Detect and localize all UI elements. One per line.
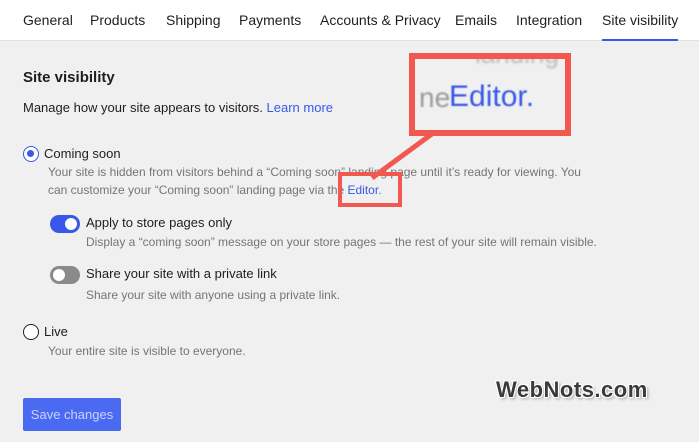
toggle-knob [53, 269, 65, 281]
private-link-toggle[interactable] [50, 266, 80, 284]
callout-zoom-box: landing ne Editor. [409, 53, 571, 136]
tab-site-visibility[interactable]: Site visibility [602, 0, 679, 41]
live-label[interactable]: Live [44, 324, 68, 339]
tab-payments[interactable]: Payments [239, 0, 301, 41]
zoom-editor-text: Editor. [449, 80, 535, 113]
private-link-help: Share your site with anyone using a priv… [86, 288, 341, 302]
zoom-prefix-text: ne [419, 82, 451, 113]
settings-tabs: General Products Shipping Payments Accou… [0, 0, 699, 41]
tab-general[interactable]: General [23, 0, 73, 41]
coming-soon-radio[interactable] [23, 146, 39, 162]
tab-shipping[interactable]: Shipping [166, 0, 221, 41]
section-title: Site visibility [23, 69, 115, 86]
tab-products[interactable]: Products [90, 0, 145, 41]
coming-soon-help-line1: Your site is hidden from visitors behind… [48, 165, 581, 179]
private-link-label[interactable]: Share your site with a private link [86, 266, 277, 281]
coming-soon-label[interactable]: Coming soon [44, 146, 121, 161]
store-pages-only-label[interactable]: Apply to store pages only [86, 215, 232, 230]
zoom-top-text: landing [475, 53, 559, 69]
callout-source-box [338, 172, 402, 207]
save-changes-button[interactable]: Save changes [23, 398, 121, 431]
section-intro: Manage how your site appears to visitors… [23, 100, 333, 115]
live-help: Your entire site is visible to everyone. [48, 344, 246, 358]
live-radio[interactable] [23, 324, 39, 340]
store-pages-only-toggle[interactable] [50, 215, 80, 233]
intro-text: Manage how your site appears to visitors… [23, 100, 263, 115]
tab-emails[interactable]: Emails [455, 0, 497, 41]
coming-soon-help-line2: can customize your “Coming soon” landing… [48, 181, 382, 199]
coming-soon-help-prefix: can customize your “Coming soon” landing… [48, 183, 348, 197]
tab-accounts-privacy[interactable]: Accounts & Privacy [320, 0, 441, 41]
store-pages-only-help: Display a “coming soon” message on your … [86, 235, 597, 249]
watermark-logo: WebNots.com [496, 377, 648, 402]
tab-integration[interactable]: Integration [516, 0, 582, 41]
toggle-knob [65, 218, 77, 230]
learn-more-link[interactable]: Learn more [267, 100, 333, 115]
